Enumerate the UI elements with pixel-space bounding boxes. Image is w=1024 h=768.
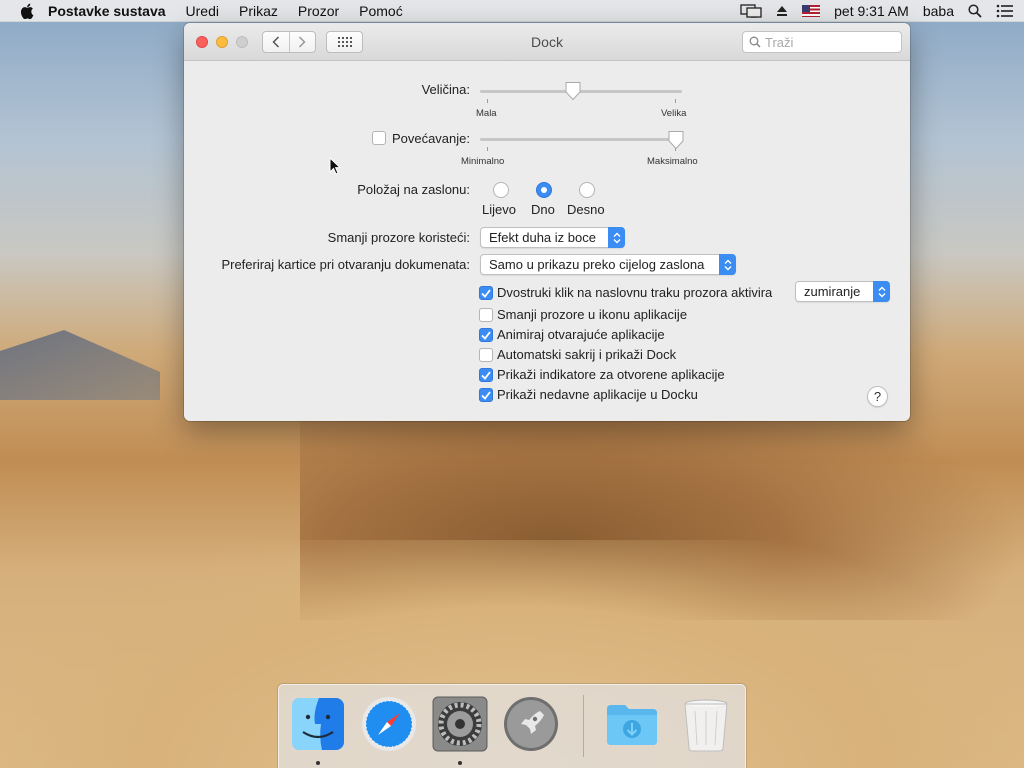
eject-icon[interactable] (776, 5, 788, 17)
magnification-max-label: Maksimalno (647, 156, 698, 167)
position-label: Položaj na zaslonu: (357, 182, 470, 197)
size-slider-thumb[interactable] (564, 81, 582, 101)
safari-icon[interactable] (360, 695, 418, 753)
search-field[interactable] (742, 31, 902, 53)
position-right-label: Desno (567, 202, 605, 217)
size-label: Veličina: (421, 82, 470, 97)
notification-center-icon[interactable] (996, 4, 1014, 18)
menu-bar: Postavke sustava Uredi Prikaz Prozor Pom… (0, 0, 1024, 22)
autohide-dock-checkbox[interactable] (479, 348, 493, 362)
dock (278, 684, 746, 768)
menu-item-help[interactable]: Pomoć (359, 3, 403, 19)
help-button[interactable]: ? (867, 386, 888, 407)
double-click-action-label: Dvostruki klik na naslovnu traku prozora… (497, 285, 773, 300)
window-titlebar[interactable]: Dock (184, 23, 910, 61)
updown-arrows-icon (719, 254, 736, 275)
menu-item-edit[interactable]: Uredi (186, 3, 219, 19)
minimize-effect-value: Efekt duha iz boce (489, 230, 596, 245)
system-preferences-icon[interactable] (431, 695, 489, 753)
preferences-content: Veličina: Mala Velika Povećavanje: Minim… (184, 61, 910, 421)
show-indicators-checkbox[interactable] (479, 368, 493, 382)
apple-menu-icon[interactable] (20, 3, 34, 19)
prefer-tabs-value: Samo u prikazu preko cijelog zaslona (489, 257, 705, 272)
spotlight-search-icon[interactable] (968, 3, 982, 18)
minimize-into-app-checkbox[interactable] (479, 308, 493, 322)
magnification-slider-track[interactable] (480, 138, 682, 141)
position-left-label: Lijevo (482, 202, 516, 217)
desktop-mountain (0, 330, 160, 400)
search-input[interactable] (765, 34, 885, 50)
position-bottom-label: Dno (531, 202, 555, 217)
mouse-pointer-icon (329, 157, 341, 175)
search-icon (749, 36, 761, 48)
trash-icon[interactable] (677, 695, 735, 753)
magnification-checkbox[interactable] (372, 131, 386, 145)
magnification-min-label: Minimalno (461, 156, 505, 167)
position-bottom-radio[interactable] (536, 182, 552, 198)
updown-arrows-icon (608, 227, 625, 248)
menu-item-view[interactable]: Prikaz (239, 3, 278, 19)
magnification-label: Povećavanje: (391, 131, 470, 146)
double-click-action-checkbox[interactable] (479, 286, 493, 300)
us-flag-input-icon[interactable] (802, 4, 821, 17)
updown-arrows-icon (873, 281, 890, 302)
size-min-label: Mala (476, 108, 497, 119)
menubar-user[interactable]: baba (923, 3, 954, 19)
magnification-tick-min (487, 147, 488, 151)
animate-opening-label: Animiraj otvarajuće aplikacije (497, 327, 665, 342)
size-tick-max (675, 99, 676, 103)
position-right-radio[interactable] (579, 182, 595, 198)
prefer-tabs-popup[interactable]: Samo u prikazu preko cijelog zaslona (480, 254, 736, 275)
double-click-action-popup[interactable]: zumiranje (795, 281, 890, 302)
display-mirroring-icon[interactable] (740, 3, 762, 18)
size-max-label: Velika (661, 108, 687, 119)
double-click-action-value: zumiranje (804, 284, 861, 299)
launchpad-icon[interactable] (502, 695, 560, 753)
magnification-slider-thumb[interactable] (667, 130, 685, 150)
size-tick-min (487, 99, 488, 103)
show-recent-apps-checkbox[interactable] (479, 388, 493, 402)
show-indicators-label: Prikaži indikatore za otvorene aplikacij… (497, 367, 725, 382)
finder-icon[interactable] (289, 695, 347, 753)
minimize-effect-popup[interactable]: Efekt duha iz boce (480, 227, 625, 248)
animate-opening-checkbox[interactable] (479, 328, 493, 342)
finder-running-indicator (316, 761, 320, 765)
prefer-tabs-label: Preferiraj kartice pri otvaranju dokumen… (221, 257, 470, 272)
autohide-dock-label: Automatski sakrij i prikaži Dock (497, 347, 677, 362)
minimize-effect-label: Smanji prozore koristeći: (327, 230, 470, 245)
menubar-clock[interactable]: pet 9:31 AM (834, 3, 909, 19)
position-left-radio[interactable] (493, 182, 509, 198)
downloads-folder-icon[interactable] (603, 695, 661, 753)
dock-preferences-window: Dock Veličina: Mala Velika Povećavanje: … (184, 23, 910, 421)
show-recent-apps-label: Prikaži nedavne aplikacije u Docku (497, 387, 698, 402)
menu-item-window[interactable]: Prozor (298, 3, 339, 19)
menu-app-name[interactable]: Postavke sustava (48, 3, 166, 19)
minimize-into-app-label: Smanji prozore u ikonu aplikacije (497, 307, 688, 322)
dock-separator (583, 695, 584, 757)
system-preferences-running-indicator (458, 761, 462, 765)
